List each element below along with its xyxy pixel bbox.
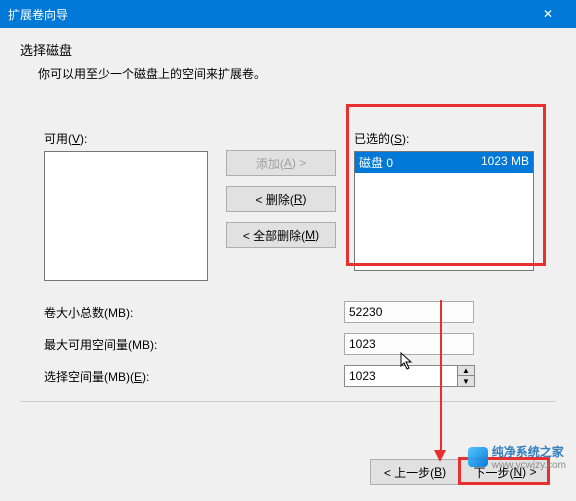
back-button[interactable]: < 上一步(B) <box>370 459 460 485</box>
total-size-label: 卷大小总数(MB): <box>44 304 344 321</box>
selected-label: 已选的(S): <box>354 130 540 147</box>
watermark-url: www.ycwjzy.com <box>492 460 566 471</box>
max-size-label: 最大可用空间量(MB): <box>44 336 344 353</box>
page-subheading: 你可以用至少一个磁盘上的空间来扩展卷。 <box>38 65 556 82</box>
divider <box>20 401 556 402</box>
watermark-text: 纯净系统之家 <box>492 443 566 460</box>
total-size-value: 52230 <box>344 301 474 323</box>
list-item[interactable]: 磁盘 0 1023 MB <box>355 152 533 173</box>
window-title: 扩展卷向导 <box>8 6 68 23</box>
remove-all-button[interactable]: < 全部删除(M) <box>226 222 336 248</box>
available-column: 可用(V): <box>44 130 208 281</box>
spinner-buttons: ▲ ▼ <box>458 365 475 387</box>
total-size-row: 卷大小总数(MB): 52230 <box>44 301 556 323</box>
select-size-row: 选择空间量(MB)(E): 1023 ▲ ▼ <box>44 365 556 387</box>
selected-item-size: 1023 MB <box>481 154 529 171</box>
add-button[interactable]: 添加(A) > <box>226 150 336 176</box>
spinner-up-icon[interactable]: ▲ <box>458 366 474 376</box>
max-size-row: 最大可用空间量(MB): 1023 <box>44 333 556 355</box>
remove-button[interactable]: < 删除(R) <box>226 186 336 212</box>
watermark: 纯净系统之家 www.ycwjzy.com <box>468 443 566 471</box>
size-fields: 卷大小总数(MB): 52230 最大可用空间量(MB): 1023 选择空间量… <box>44 301 556 387</box>
page-heading: 选择磁盘 <box>20 40 556 59</box>
selected-item-name: 磁盘 0 <box>359 154 393 171</box>
select-size-label: 选择空间量(MB)(E): <box>44 368 344 385</box>
cursor-icon <box>400 352 416 375</box>
spinner-down-icon[interactable]: ▼ <box>458 376 474 386</box>
content-area: 选择磁盘 你可以用至少一个磁盘上的空间来扩展卷。 可用(V): 添加(A) > … <box>0 28 576 402</box>
transfer-buttons: 添加(A) > < 删除(R) < 全部删除(M) <box>226 130 336 248</box>
selected-column: 已选的(S): 磁盘 0 1023 MB <box>354 130 540 271</box>
titlebar: 扩展卷向导 ✕ <box>0 0 576 28</box>
disk-selection-row: 可用(V): 添加(A) > < 删除(R) < 全部删除(M) 已选的(S):… <box>20 130 556 281</box>
watermark-logo-icon <box>468 447 488 467</box>
close-icon[interactable]: ✕ <box>528 0 568 28</box>
available-label: 可用(V): <box>44 130 208 147</box>
available-listbox[interactable] <box>44 151 208 281</box>
selected-listbox[interactable]: 磁盘 0 1023 MB <box>354 151 534 271</box>
